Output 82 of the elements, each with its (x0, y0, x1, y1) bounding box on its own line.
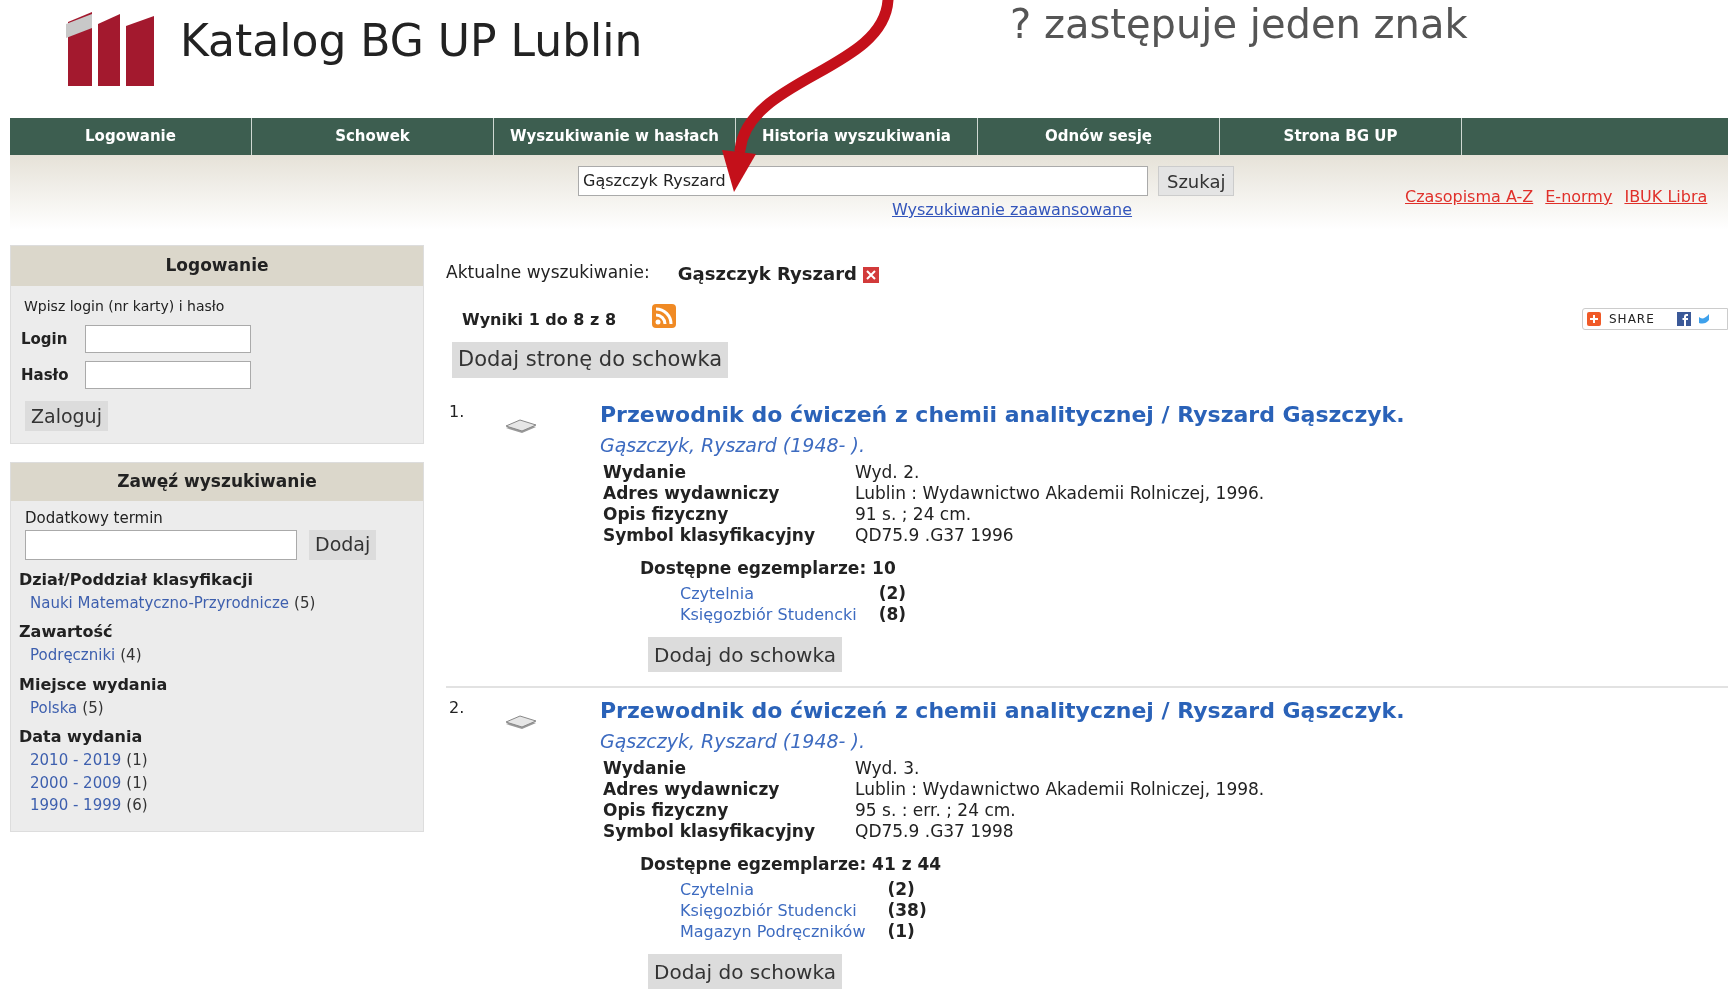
result-number: 2. (448, 697, 466, 719)
facet-count: (1) (126, 772, 148, 794)
add-term-button[interactable]: Dodaj (309, 529, 377, 560)
rss-icon[interactable] (652, 304, 677, 328)
facet-heading: Dział/Poddział klasyfikacji (19, 568, 254, 591)
field-label: Hasło (21, 364, 70, 386)
facet-count: (6) (126, 795, 148, 816)
site-title: Katalog BG UP Lublin (180, 14, 643, 68)
field-label: Dodatkowy termin (25, 508, 164, 529)
location-link[interactable]: Magazyn Podręczników (680, 921, 866, 942)
field-value: Wyd. 2. (855, 461, 921, 483)
field-value: Lublin : Wydawnictwo Akademii Rolniczej, 1996. (855, 482, 1266, 504)
location-link[interactable]: Czytelnia (680, 583, 857, 604)
facet-link[interactable]: 1990 - 1999 (30, 794, 122, 817)
facet-link[interactable]: Nauki Matematyczno-Przyrodnicze (30, 591, 290, 614)
input-field[interactable] (85, 325, 251, 353)
copy-count: (2) (887, 879, 916, 900)
panel-header: Zawęź wyszukiwanie (11, 463, 423, 501)
add-to-clipboard-button[interactable]: Dodaj do schowka (648, 637, 842, 672)
location-link[interactable]: Księgozbiór Studencki (680, 900, 866, 921)
copy-count: (2) (878, 583, 908, 604)
add-to-clipboard-button[interactable]: Dodaj do schowka (648, 954, 842, 989)
external-link[interactable]: IBUK Libra (1624, 185, 1708, 209)
facet-count: (5) (82, 697, 104, 719)
facet-heading: Data wydania (19, 726, 144, 748)
facet-link[interactable]: Podręczniki (30, 644, 116, 667)
result-number: 1. (448, 401, 466, 423)
facebook-icon[interactable] (1676, 312, 1691, 326)
field-value: 91 s. ; 24 cm. (855, 503, 973, 525)
remove-search-icon[interactable] (862, 267, 879, 283)
facet-heading: Miejsce wydania (19, 673, 169, 696)
field-label: Wydanie (603, 461, 687, 483)
author-link[interactable]: Gąszczyk, Ryszard (1948- ). (600, 431, 1728, 460)
facet-count: (1) (126, 750, 148, 771)
field-label: Adres wydawniczy (603, 778, 781, 800)
share-button[interactable]: SHARE (1582, 308, 1728, 330)
field-label: Login (21, 328, 69, 350)
external-link[interactable]: Czasopisma A-Z (1405, 185, 1534, 209)
facet-link[interactable]: 2000 - 2009 (30, 771, 122, 794)
result-title-link[interactable]: Przewodnik do ćwiczeń z chemii analitycznej / Ryszard Gąszczyk. (600, 694, 1728, 727)
add-page-button[interactable]: Dodaj stronę do schowka (452, 342, 729, 378)
field-value: QD75.9 .G37 1996 (855, 524, 1015, 546)
search-button[interactable]: Szukaj (1158, 166, 1235, 196)
facet-heading: Zawartość (19, 621, 114, 643)
field-label: Symbol klasyfikacyjny (603, 524, 816, 546)
input-field[interactable] (85, 361, 251, 389)
advanced-search-link[interactable]: Wyszukiwanie zaawansowane (892, 198, 1133, 222)
book-icon (504, 714, 538, 730)
field-value: Wyd. 3. (855, 757, 921, 779)
location-link[interactable]: Księgozbiór Studencki (680, 604, 857, 625)
annotation-text: ? zastępuje jeden znak (1010, 0, 1468, 49)
field-label: Opis fizyczny (603, 799, 730, 821)
field-label: Adres wydawniczy (603, 482, 781, 504)
availability-label: Dostępne egzemplarze: 10 (640, 556, 897, 580)
location-link[interactable]: Czytelnia (680, 879, 866, 900)
facet-count: (4) (120, 645, 142, 666)
facet-count: (5) (294, 592, 316, 614)
author-link[interactable]: Gąszczyk, Ryszard (1948- ). (600, 727, 1728, 756)
field-label: Symbol klasyfikacyjny (603, 820, 816, 842)
result-title-link[interactable]: Przewodnik do ćwiczeń z chemii analitycznej / Ryszard Gąszczyk. (600, 398, 1728, 431)
login-hint: Wpisz login (nr karty) i hasło (24, 297, 226, 316)
copy-count: (8) (878, 604, 908, 625)
panel-header: Logowanie (11, 246, 423, 286)
facet-link[interactable]: 2010 - 2019 (30, 749, 122, 772)
external-link[interactable]: E-normy (1545, 185, 1613, 209)
field-label: Wydanie (603, 757, 687, 779)
copy-count: (38) (887, 900, 928, 921)
field-label: Opis fizyczny (603, 503, 730, 525)
term-input-field[interactable] (25, 529, 297, 560)
copy-count: (1) (887, 921, 916, 942)
search-field[interactable]: Gąszczyk Ryszard (578, 166, 1148, 196)
field-value: QD75.9 .G37 1998 (855, 820, 1015, 842)
facet-link[interactable]: Polska (30, 696, 78, 719)
field-value: 95 s. : err. ; 24 cm. (855, 799, 1017, 821)
availability-label: Dostępne egzemplarze: 41 z 44 (640, 852, 943, 876)
login-button[interactable]: Zaloguj (25, 401, 108, 431)
field-value: Lublin : Wydawnictwo Akademii Rolniczej, 1998. (855, 778, 1266, 800)
results-count: Wyniki 1 do 8 z 8 (462, 309, 617, 331)
current-search-value: Gąszczyk Ryszard (677, 261, 857, 286)
current-search-label: Aktualne wyszukiwanie: (446, 261, 650, 285)
book-icon (504, 418, 538, 434)
plus-icon (1587, 312, 1601, 326)
